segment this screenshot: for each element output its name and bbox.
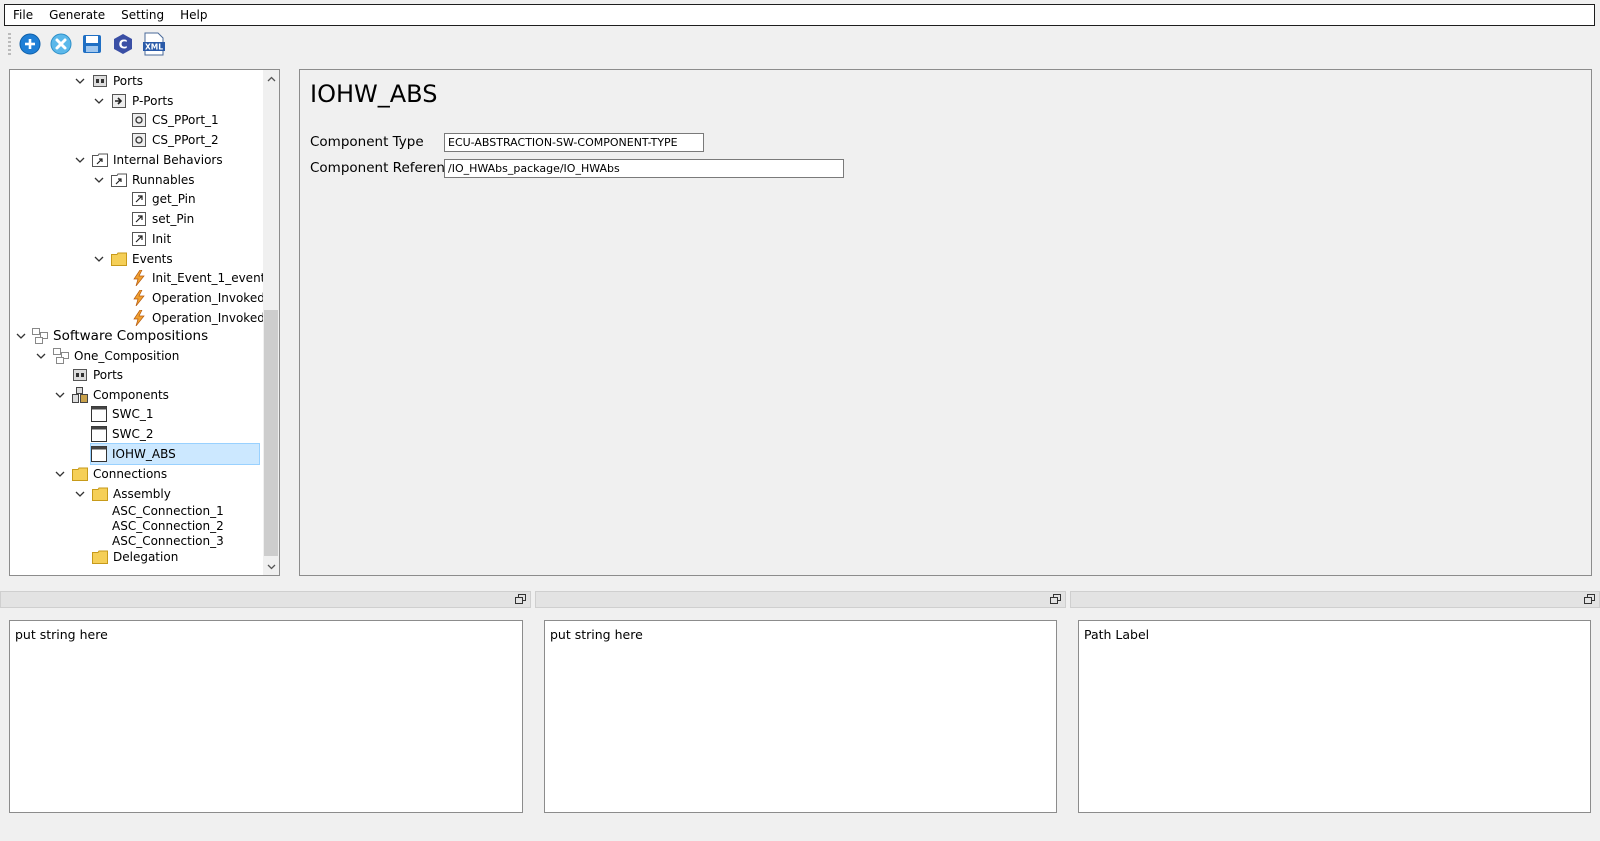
path-label: Path Label bbox=[1084, 627, 1150, 642]
float-window-icon[interactable] bbox=[1050, 594, 1061, 605]
tree-item-get-pin[interactable]: get_Pin bbox=[131, 189, 196, 209]
component-detail-panel: IOHW_ABS Component Type Component Refere… bbox=[299, 69, 1592, 576]
folder-icon bbox=[72, 466, 88, 482]
tree-item-swc-1[interactable]: SWC_1 bbox=[91, 404, 154, 424]
float-window-icon[interactable] bbox=[515, 594, 526, 605]
ports-icon bbox=[72, 367, 88, 383]
collapse-arrow-icon[interactable] bbox=[55, 390, 65, 400]
close-icon bbox=[50, 33, 72, 55]
tree-item-operation-invoked-event[interactable]: Operation_Invoked... bbox=[131, 308, 276, 328]
collapse-arrow-icon[interactable] bbox=[36, 351, 46, 361]
component-type-field[interactable] bbox=[444, 133, 704, 152]
component-icon bbox=[91, 406, 107, 422]
event-icon bbox=[131, 310, 147, 326]
tree-item-p-ports[interactable]: P-Ports bbox=[111, 91, 173, 111]
output-text-2: put string here bbox=[550, 627, 643, 642]
dock-title-bar-2[interactable] bbox=[535, 591, 1066, 608]
scroll-down-arrow-icon[interactable] bbox=[263, 558, 279, 575]
tree-item-init[interactable]: Init bbox=[131, 229, 171, 249]
component-reference-field[interactable] bbox=[444, 159, 844, 178]
tree-item-components[interactable]: Components bbox=[72, 385, 169, 405]
component-icon bbox=[91, 446, 107, 462]
components-icon bbox=[72, 387, 88, 403]
float-window-icon[interactable] bbox=[1584, 594, 1595, 605]
generate-c-button[interactable]: C bbox=[110, 31, 136, 57]
svg-text:XML: XML bbox=[145, 43, 163, 52]
folder-icon bbox=[111, 251, 127, 267]
port-icon bbox=[131, 112, 147, 128]
tree-item-connections[interactable]: Connections bbox=[72, 464, 167, 484]
composition-icon bbox=[53, 348, 69, 364]
collapse-arrow-icon[interactable] bbox=[75, 76, 85, 86]
collapse-arrow-icon[interactable] bbox=[94, 175, 104, 185]
tree-item-ports[interactable]: Ports bbox=[92, 71, 143, 91]
folder-icon bbox=[92, 549, 108, 565]
menu-setting[interactable]: Setting bbox=[113, 5, 172, 25]
runnables-folder-icon bbox=[111, 172, 127, 188]
ports-icon bbox=[92, 73, 108, 89]
composition-icon bbox=[32, 328, 48, 344]
folder-icon bbox=[92, 486, 108, 502]
tree-item-one-composition[interactable]: One_Composition bbox=[53, 346, 179, 366]
tree-item-operation-invoked-event[interactable]: Operation_Invoked... bbox=[131, 288, 276, 308]
port-icon bbox=[131, 132, 147, 148]
toolbar-grip[interactable] bbox=[8, 33, 11, 55]
output-panel-1[interactable]: put string here bbox=[9, 620, 523, 813]
save-button[interactable] bbox=[79, 31, 105, 57]
collapse-arrow-icon[interactable] bbox=[16, 331, 26, 341]
component-title: IOHW_ABS bbox=[310, 80, 438, 108]
collapse-arrow-icon[interactable] bbox=[75, 489, 85, 499]
tree-item-delegation[interactable]: Delegation bbox=[92, 547, 178, 567]
event-icon bbox=[131, 290, 147, 306]
path-label-panel[interactable]: Path Label bbox=[1078, 620, 1591, 813]
xml-icon: XML bbox=[143, 32, 165, 56]
tree-item-runnables[interactable]: Runnables bbox=[111, 170, 195, 190]
add-button[interactable] bbox=[17, 31, 43, 57]
save-icon bbox=[83, 35, 101, 53]
add-icon bbox=[19, 33, 41, 55]
runnable-icon bbox=[131, 191, 147, 207]
dock-title-bar-1[interactable] bbox=[0, 591, 531, 608]
tree-item-iohw-abs[interactable]: IOHW_ABS bbox=[90, 443, 260, 465]
tree-scrollbar[interactable] bbox=[263, 70, 279, 575]
collapse-arrow-icon[interactable] bbox=[55, 469, 65, 479]
behavior-folder-icon bbox=[92, 152, 108, 168]
menu-help[interactable]: Help bbox=[172, 5, 215, 25]
event-icon bbox=[131, 270, 147, 286]
tree-item-cs-pport-1[interactable]: CS_PPort_1 bbox=[131, 110, 219, 130]
component-icon bbox=[91, 426, 107, 442]
project-tree[interactable]: Ports P-Ports CS_PPort_1 CS_PPort_2 Inte… bbox=[9, 69, 280, 576]
collapse-arrow-icon[interactable] bbox=[94, 96, 104, 106]
component-type-label: Component Type bbox=[310, 134, 424, 150]
component-reference-label: Component Reference bbox=[310, 160, 461, 176]
scroll-up-arrow-icon[interactable] bbox=[263, 70, 279, 87]
collapse-arrow-icon[interactable] bbox=[75, 155, 85, 165]
output-panel-2[interactable]: put string here bbox=[544, 620, 1057, 813]
runnable-icon bbox=[131, 211, 147, 227]
menu-generate[interactable]: Generate bbox=[41, 5, 113, 25]
tree-item-cs-pport-2[interactable]: CS_PPort_2 bbox=[131, 130, 219, 150]
tree-item-internal-behaviors[interactable]: Internal Behaviors bbox=[92, 150, 223, 170]
output-text-1: put string here bbox=[15, 627, 108, 642]
remove-button[interactable] bbox=[48, 31, 74, 57]
toolbar: C XML bbox=[8, 30, 172, 58]
menu-bar: File Generate Setting Help bbox=[4, 4, 1595, 26]
tree-item-init-event[interactable]: Init_Event_1_event bbox=[131, 268, 265, 288]
tree-item-events[interactable]: Events bbox=[111, 249, 173, 269]
svg-text:C: C bbox=[119, 38, 128, 52]
tree-item-composition-ports[interactable]: Ports bbox=[72, 365, 123, 385]
tree-item-software-compositions[interactable]: Software Compositions bbox=[32, 326, 208, 346]
generate-xml-button[interactable]: XML bbox=[141, 31, 167, 57]
tree-item-swc-2[interactable]: SWC_2 bbox=[91, 424, 154, 444]
collapse-arrow-icon[interactable] bbox=[94, 254, 104, 264]
runnable-icon bbox=[131, 231, 147, 247]
pport-folder-icon bbox=[111, 93, 127, 109]
menu-file[interactable]: File bbox=[5, 5, 41, 25]
scrollbar-thumb[interactable] bbox=[264, 310, 278, 556]
tree-item-set-pin[interactable]: set_Pin bbox=[131, 209, 194, 229]
c-code-icon: C bbox=[114, 34, 132, 54]
dock-title-bar-3[interactable] bbox=[1070, 591, 1600, 608]
